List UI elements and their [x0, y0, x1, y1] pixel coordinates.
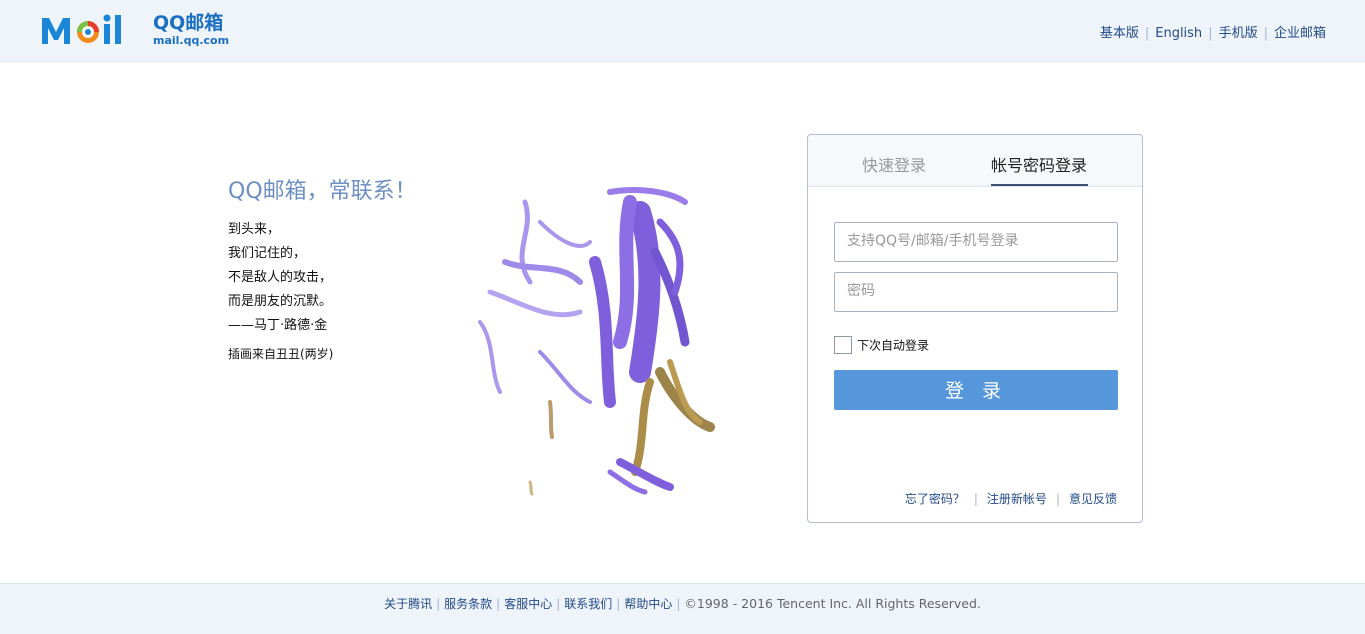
footer-link-contact[interactable]: 联系我们 — [564, 597, 612, 611]
logo-text: QQ邮箱 mail.qq.com — [153, 12, 229, 48]
poem-line: 我们记住的， — [228, 246, 307, 261]
slogan: QQ邮箱，常联系！ — [228, 179, 417, 204]
login-help-links: 忘了密码？ | 注册新帐号 | 意见反馈 — [905, 490, 1117, 507]
footer: 关于腾讯 | 服务条款 | 客服中心 | 联系我们 | 帮助中心 | ©1998 - 2016 Te… — [0, 583, 1365, 634]
login-panel: 快速登录 帐号密码登录 下次自动登录 登 录 忘了密码？ | 注册新帐号 | 意见反馈 — [807, 134, 1143, 523]
active-tab-indicator — [991, 184, 1088, 186]
poem-line: 不是敌人的攻击， — [228, 270, 333, 285]
footer-divider: | — [676, 597, 681, 611]
tab-account-password-login[interactable]: 帐号密码登录 — [991, 152, 1087, 176]
poem: 到头来， 我们记住的， 不是敌人的攻击， 而是朋友的沉默。 ——马丁·路德·金 — [228, 218, 332, 338]
login-tabs: 快速登录 帐号密码登录 — [808, 135, 1142, 187]
link-divider: | — [973, 492, 978, 506]
poem-line: 到头来， — [228, 222, 281, 237]
nav-english[interactable]: English — [1155, 26, 1202, 41]
nav-enterprise-mail[interactable]: 企业邮箱 — [1274, 26, 1326, 41]
tab-quick-login[interactable]: 快速登录 — [862, 152, 926, 176]
password-input[interactable] — [835, 273, 1119, 309]
link-divider: | — [1055, 492, 1060, 506]
username-field — [834, 222, 1119, 262]
poem-line: ——马丁·路德·金 — [228, 318, 328, 333]
forgot-password-link[interactable]: 忘了密码？ — [905, 492, 965, 506]
poem-line: 而是朋友的沉默。 — [228, 294, 333, 309]
footer-link-about-tencent[interactable]: 关于腾讯 — [384, 597, 432, 611]
footer-divider: | — [436, 597, 441, 611]
logo-title: QQ邮箱 — [153, 12, 224, 34]
child-painting-illustration — [478, 187, 715, 496]
nav-divider: | — [1263, 26, 1268, 41]
nav-mobile-version[interactable]: 手机版 — [1219, 26, 1258, 41]
top-nav: 基本版 | English | 手机版 | 企业邮箱 — [1100, 22, 1326, 41]
nav-basic-version[interactable]: 基本版 — [1100, 26, 1139, 41]
nav-divider: | — [1208, 26, 1213, 41]
mail-logo-icon — [42, 14, 121, 44]
footer-link-help[interactable]: 帮助中心 — [624, 597, 672, 611]
footer-links: 关于腾讯 | 服务条款 | 客服中心 | 联系我们 | 帮助中心 | ©1998 - 2016 Te… — [0, 595, 1365, 612]
auto-login-option[interactable]: 下次自动登录 — [834, 336, 929, 354]
password-field — [834, 272, 1119, 312]
username-input[interactable] — [835, 223, 1119, 259]
copyright: ©1998 - 2016 Tencent Inc. All Rights Res… — [684, 596, 981, 611]
footer-divider: | — [616, 597, 621, 611]
header: QQ邮箱 mail.qq.com 基本版 | English | 手机版 | 企业邮箱 — [0, 0, 1365, 62]
nav-divider: | — [1144, 26, 1150, 41]
footer-link-support[interactable]: 客服中心 — [504, 597, 552, 611]
footer-divider: | — [496, 597, 501, 611]
feedback-link[interactable]: 意见反馈 — [1069, 492, 1117, 506]
illustration-credit: 插画来自丑丑(两岁) — [228, 347, 334, 361]
auto-login-label: 下次自动登录 — [857, 338, 930, 353]
register-account-link[interactable]: 注册新帐号 — [987, 492, 1047, 506]
logo-url: mail.qq.com — [153, 34, 230, 47]
footer-link-terms[interactable]: 服务条款 — [444, 597, 492, 611]
auto-login-checkbox[interactable] — [834, 336, 852, 354]
login-button[interactable]: 登 录 — [834, 370, 1118, 410]
qq-mail-logo[interactable]: QQ邮箱 mail.qq.com — [40, 12, 240, 50]
footer-divider: | — [556, 597, 561, 611]
